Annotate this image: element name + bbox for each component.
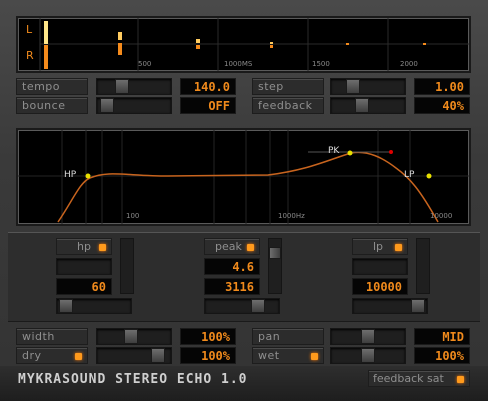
- dry-label: dry: [22, 349, 42, 362]
- width-label: width: [16, 328, 88, 345]
- eq-tick-100: 100: [126, 212, 140, 220]
- step-value[interactable]: 1.00: [414, 78, 470, 95]
- peak-vertical-thumb[interactable]: [269, 247, 281, 259]
- lp-led: [395, 244, 402, 251]
- dry-value[interactable]: 100%: [180, 347, 236, 364]
- delay-tick-2000: 2000: [400, 60, 418, 68]
- pk-q-handle: [389, 150, 393, 154]
- pan-slider[interactable]: [330, 328, 406, 345]
- bounce-label: bounce: [16, 97, 88, 114]
- pk-point: [347, 150, 353, 156]
- dry-slider-thumb[interactable]: [151, 348, 165, 363]
- stereo-echo-plugin: L R 500 1000MS 1500 2000 tempo 140.0 ste…: [0, 0, 488, 401]
- peak-slider[interactable]: [204, 298, 280, 314]
- hp-vertical-slider[interactable]: [120, 238, 134, 294]
- pk-label: PK: [328, 146, 340, 156]
- hp-empty-field: [56, 258, 112, 275]
- eq-display[interactable]: HP PK LP 100 1000Hz 10000: [16, 128, 471, 226]
- feedback-sat-label: feedback sat: [373, 372, 444, 385]
- lp-empty-field: [352, 258, 408, 275]
- hp-led: [99, 244, 106, 251]
- pan-slider-thumb[interactable]: [361, 329, 375, 344]
- product-title: MYKRASOUND STEREO ECHO 1.0: [18, 372, 248, 387]
- lp-frequency-value[interactable]: 10000: [352, 278, 408, 295]
- feedback-sat-toggle[interactable]: feedback sat: [368, 370, 470, 387]
- lp-toggle-label: lp: [373, 240, 384, 253]
- wet-label: wet: [258, 349, 280, 362]
- delay-tick-1000: 1000MS: [224, 60, 253, 68]
- channel-right-label: R: [26, 49, 34, 62]
- channel-left-label: L: [26, 23, 33, 36]
- lp-toggle[interactable]: lp: [352, 238, 408, 255]
- peak-slider-thumb[interactable]: [251, 299, 265, 313]
- eq-curve-graph: [18, 130, 469, 224]
- delay-tick-1500: 1500: [312, 60, 330, 68]
- dry-slider[interactable]: [96, 347, 172, 364]
- peak-toggle-label: peak: [215, 240, 242, 253]
- lp-slider-thumb[interactable]: [411, 299, 425, 313]
- hp-toggle-label: hp: [77, 240, 91, 253]
- bounce-slider[interactable]: [96, 97, 172, 114]
- eq-tick-1000: 1000Hz: [278, 212, 305, 220]
- hp-slider[interactable]: [56, 298, 132, 314]
- eq-response-curve: [57, 151, 439, 223]
- wet-toggle[interactable]: wet: [252, 347, 324, 364]
- tempo-value[interactable]: 140.0: [180, 78, 236, 95]
- peak-frequency-value[interactable]: 3116: [204, 278, 260, 295]
- width-value[interactable]: 100%: [180, 328, 236, 345]
- delay-tick-500: 500: [138, 60, 152, 68]
- lp-point: [426, 173, 432, 179]
- dry-toggle[interactable]: dry: [16, 347, 88, 364]
- lp-label: LP: [404, 170, 415, 180]
- step-slider[interactable]: [330, 78, 406, 95]
- delay-display: L R 500 1000MS 1500 2000: [16, 16, 471, 73]
- eq-tick-10000: 10000: [430, 212, 453, 220]
- width-slider[interactable]: [96, 328, 172, 345]
- feedback-value[interactable]: 40%: [414, 97, 470, 114]
- pan-label: pan: [252, 328, 324, 345]
- hp-frequency-value[interactable]: 60: [56, 278, 112, 295]
- bounce-slider-thumb[interactable]: [100, 98, 114, 113]
- lp-vertical-slider[interactable]: [416, 238, 430, 294]
- wet-slider[interactable]: [330, 347, 406, 364]
- pan-value[interactable]: MID: [414, 328, 470, 345]
- feedback-sat-led: [457, 376, 464, 383]
- step-slider-thumb[interactable]: [346, 79, 360, 94]
- wet-led: [311, 353, 318, 360]
- wet-value[interactable]: 100%: [414, 347, 470, 364]
- feedback-slider[interactable]: [330, 97, 406, 114]
- bounce-value[interactable]: OFF: [180, 97, 236, 114]
- hp-toggle[interactable]: hp: [56, 238, 112, 255]
- wet-slider-thumb[interactable]: [361, 348, 375, 363]
- hp-label: HP: [64, 170, 77, 180]
- hp-slider-thumb[interactable]: [59, 299, 73, 313]
- peak-vertical-slider[interactable]: [268, 238, 282, 294]
- lp-slider[interactable]: [352, 298, 428, 314]
- peak-toggle[interactable]: peak: [204, 238, 260, 255]
- peak-led: [247, 244, 254, 251]
- feedback-slider-thumb[interactable]: [355, 98, 369, 113]
- hp-point: [85, 173, 91, 179]
- dry-led: [75, 353, 82, 360]
- feedback-label: feedback: [252, 97, 324, 114]
- width-slider-thumb[interactable]: [124, 329, 138, 344]
- peak-gain-value[interactable]: 4.6: [204, 258, 260, 275]
- tempo-slider-thumb[interactable]: [115, 79, 129, 94]
- tempo-slider[interactable]: [96, 78, 172, 95]
- tempo-label: tempo: [16, 78, 88, 95]
- step-label: step: [252, 78, 324, 95]
